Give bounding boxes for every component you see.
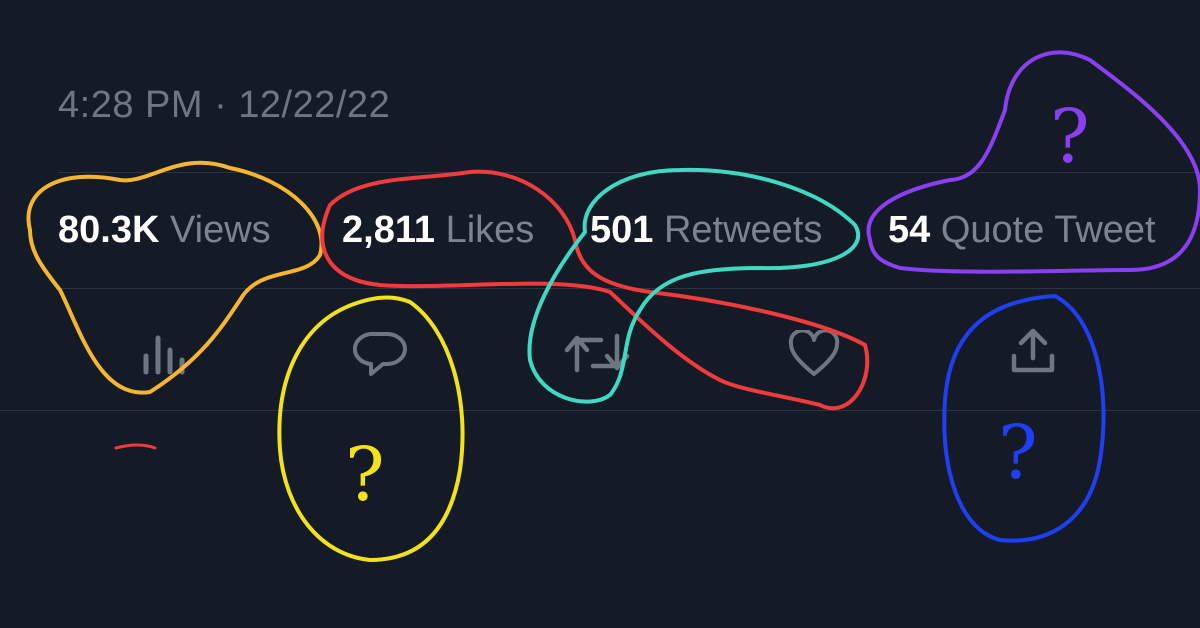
likes-count: 2,811	[342, 209, 435, 251]
retweets-label: Retweets	[663, 209, 823, 251]
stats-top-divider	[58, 172, 1200, 173]
likes-stat[interactable]: 2,811 Likes	[342, 209, 534, 252]
views-count: 80.3K	[58, 209, 160, 251]
annotation-red-tick	[114, 443, 157, 450]
annotation-question-blue: ?	[998, 410, 1038, 496]
analytics-icon[interactable]	[140, 330, 190, 376]
quote-tweets-label: Quote Tweet	[940, 209, 1156, 251]
actions-bottom-divider	[0, 410, 1200, 411]
likes-label: Likes	[445, 209, 535, 251]
retweet-icon[interactable]	[563, 330, 631, 376]
annotation-question-purple: ?	[1050, 94, 1090, 180]
quote-tweets-count: 54	[888, 209, 931, 251]
annotation-question-yellow: ?	[345, 432, 385, 518]
retweets-stat[interactable]: 501 Retweets	[590, 209, 822, 252]
stats-bottom-divider	[58, 288, 1200, 289]
views-label: Views	[169, 209, 271, 251]
tweet-timestamp: 4:28 PM · 12/22/22	[58, 84, 391, 126]
quote-tweets-stat[interactable]: 54 Quote Tweet	[888, 209, 1156, 252]
like-icon[interactable]	[787, 330, 841, 378]
views-stat[interactable]: 80.3K Views	[58, 209, 271, 252]
share-icon[interactable]	[1008, 326, 1058, 376]
retweets-count: 501	[590, 209, 654, 251]
reply-icon[interactable]	[353, 328, 409, 378]
